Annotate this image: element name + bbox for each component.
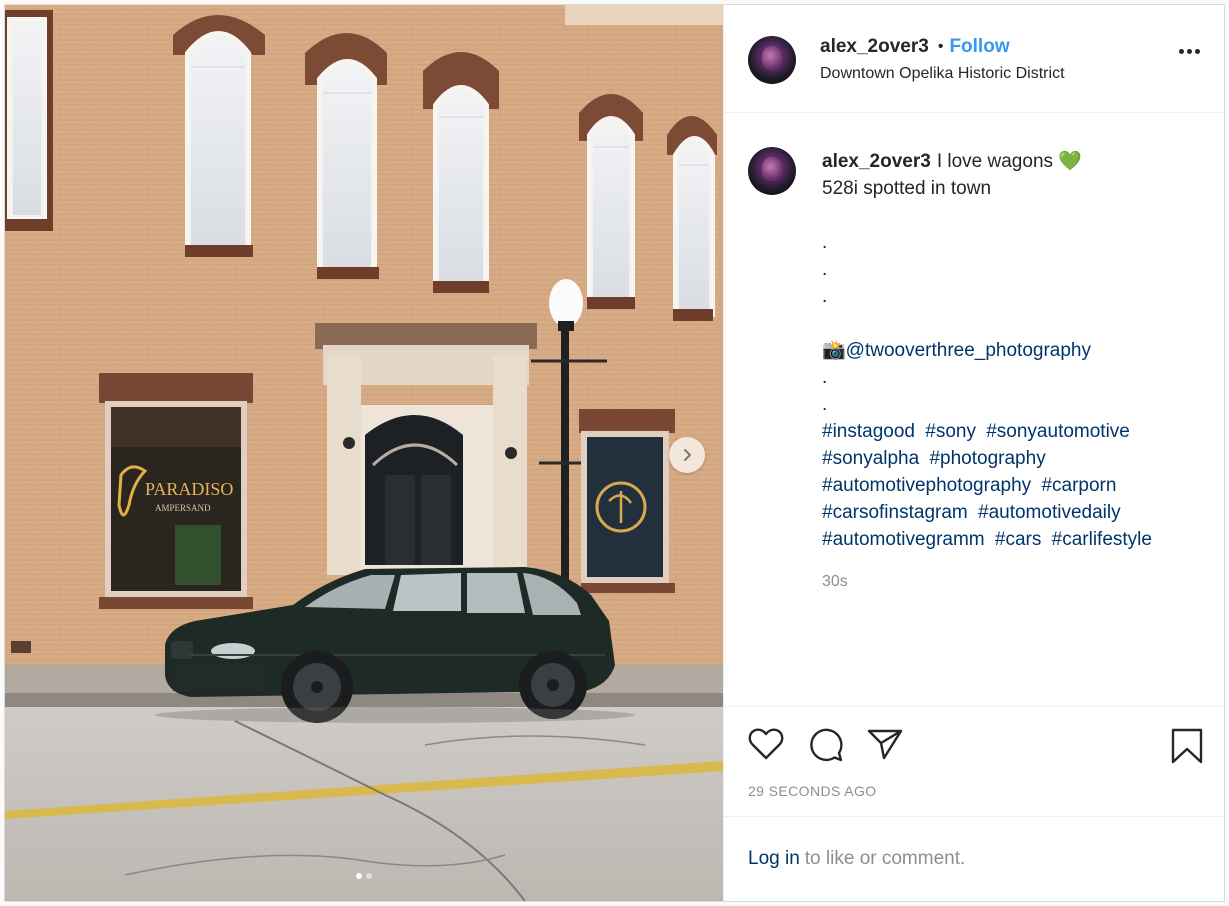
svg-text:AMPERSAND: AMPERSAND: [155, 503, 211, 513]
send-icon[interactable]: [866, 727, 904, 761]
login-link[interactable]: Log in: [748, 848, 800, 870]
heart-icon[interactable]: [748, 727, 784, 761]
carousel-dot: [366, 873, 372, 879]
post-sidebar: alex_2over3 • Follow Downtown Opelika Hi…: [723, 5, 1224, 901]
more-dot: [1179, 49, 1184, 54]
separator-dot: •: [937, 38, 944, 55]
comments-area: alex_2over3 I love wagons 💚 528i spotted …: [724, 113, 1224, 706]
avatar[interactable]: [748, 36, 796, 84]
hashtag-link[interactable]: #sony: [925, 421, 976, 442]
action-bar: 29 SECONDS AGO: [724, 706, 1224, 816]
hashtag-link[interactable]: #carporn: [1041, 475, 1116, 496]
more-dot: [1195, 49, 1200, 54]
login-prompt-text: to like or comment.: [804, 848, 966, 869]
location-link[interactable]: Downtown Opelika Historic District: [820, 65, 1065, 83]
chevron-right-icon: [684, 449, 691, 461]
hashtag-link[interactable]: #photography: [929, 448, 1045, 469]
caption: alex_2over3 I love wagons 💚 528i spotted …: [822, 148, 1202, 418]
hashtag-link[interactable]: #sonyautomotive: [986, 421, 1130, 442]
more-options-icon[interactable]: [1179, 49, 1200, 54]
carousel-indicator: [5, 873, 723, 879]
post-header: alex_2over3 • Follow Downtown Opelika Hi…: [724, 5, 1224, 113]
svg-text:PARADISO: PARADISO: [145, 479, 233, 499]
login-prompt: Log in to like or comment.: [724, 816, 1224, 901]
header-user-line: alex_2over3 • Follow: [820, 36, 1010, 58]
carousel-dot: [356, 873, 362, 879]
hashtag-link[interactable]: #carsofinstagram: [822, 502, 968, 523]
photo-scene: PARADISO AMPERSAND: [5, 5, 723, 901]
hashtag-link[interactable]: #instagood: [822, 421, 915, 442]
avatar[interactable]: [748, 147, 796, 195]
hashtag-link[interactable]: #automotivephotography: [822, 475, 1031, 496]
comment-icon[interactable]: [808, 727, 844, 763]
comment-timestamp: 30s: [822, 573, 848, 590]
hashtag-list: #instagood #sony #sonyautomotive #sonyal…: [822, 418, 1202, 553]
bookmark-icon[interactable]: [1170, 727, 1204, 765]
hashtag-link[interactable]: #automotivedaily: [978, 502, 1121, 523]
caption-text: I love wagons 💚 528i spotted in town . .…: [822, 151, 1092, 415]
hashtag-link[interactable]: #automotivegramm: [822, 529, 985, 550]
hashtag-link[interactable]: #cars: [995, 529, 1041, 550]
hashtag-link[interactable]: #carlifestyle: [1052, 529, 1152, 550]
caption-username[interactable]: alex_2over3: [822, 151, 931, 172]
username-link[interactable]: alex_2over3: [820, 36, 929, 58]
hashtag-link[interactable]: #sonyalpha: [822, 448, 919, 469]
mention-link[interactable]: @twooverthree_photography: [846, 340, 1091, 361]
post-card: PARADISO AMPERSAND alex_2over3 • Follow …: [4, 4, 1225, 902]
post-photo[interactable]: PARADISO AMPERSAND: [5, 5, 723, 901]
more-dot: [1187, 49, 1192, 54]
carousel-next-button[interactable]: [669, 437, 705, 473]
follow-button[interactable]: Follow: [949, 36, 1009, 58]
post-timestamp: 29 SECONDS AGO: [748, 783, 877, 799]
